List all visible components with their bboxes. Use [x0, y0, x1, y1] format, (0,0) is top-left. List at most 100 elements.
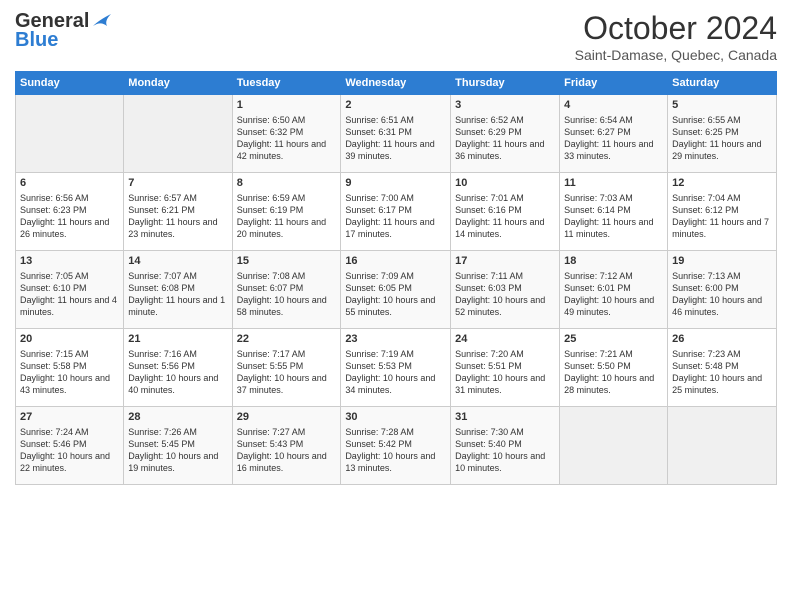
day-info: Sunrise: 7:27 AM Sunset: 5:43 PM Dayligh…	[237, 426, 337, 475]
day-info: Sunrise: 6:50 AM Sunset: 6:32 PM Dayligh…	[237, 114, 337, 163]
calendar-cell: 19Sunrise: 7:13 AM Sunset: 6:00 PM Dayli…	[668, 251, 777, 329]
day-number: 9	[345, 176, 446, 191]
weekday-header-friday: Friday	[560, 72, 668, 95]
title-block: October 2024 Saint-Damase, Quebec, Canad…	[575, 10, 777, 63]
calendar-week-row: 27Sunrise: 7:24 AM Sunset: 5:46 PM Dayli…	[16, 407, 777, 485]
calendar-cell	[16, 95, 124, 173]
day-number: 30	[345, 410, 446, 425]
day-number: 26	[672, 332, 772, 347]
calendar-week-row: 1Sunrise: 6:50 AM Sunset: 6:32 PM Daylig…	[16, 95, 777, 173]
day-info: Sunrise: 7:20 AM Sunset: 5:51 PM Dayligh…	[455, 348, 555, 397]
calendar-cell	[668, 407, 777, 485]
calendar-cell: 9Sunrise: 7:00 AM Sunset: 6:17 PM Daylig…	[341, 173, 451, 251]
day-number: 18	[564, 254, 663, 269]
calendar-cell: 24Sunrise: 7:20 AM Sunset: 5:51 PM Dayli…	[451, 329, 560, 407]
day-number: 3	[455, 98, 555, 113]
day-info: Sunrise: 7:15 AM Sunset: 5:58 PM Dayligh…	[20, 348, 119, 397]
day-number: 11	[564, 176, 663, 191]
calendar-cell: 12Sunrise: 7:04 AM Sunset: 6:12 PM Dayli…	[668, 173, 777, 251]
calendar-cell: 17Sunrise: 7:11 AM Sunset: 6:03 PM Dayli…	[451, 251, 560, 329]
day-info: Sunrise: 7:00 AM Sunset: 6:17 PM Dayligh…	[345, 192, 446, 241]
day-info: Sunrise: 7:28 AM Sunset: 5:42 PM Dayligh…	[345, 426, 446, 475]
logo: General Blue	[15, 10, 113, 52]
calendar-cell: 23Sunrise: 7:19 AM Sunset: 5:53 PM Dayli…	[341, 329, 451, 407]
calendar-cell: 29Sunrise: 7:27 AM Sunset: 5:43 PM Dayli…	[232, 407, 341, 485]
day-number: 25	[564, 332, 663, 347]
calendar-table: SundayMondayTuesdayWednesdayThursdayFrid…	[15, 71, 777, 485]
calendar-cell: 21Sunrise: 7:16 AM Sunset: 5:56 PM Dayli…	[124, 329, 232, 407]
page-header: General Blue October 2024 Saint-Damase, …	[15, 10, 777, 63]
weekday-header-monday: Monday	[124, 72, 232, 95]
day-number: 20	[20, 332, 119, 347]
day-number: 28	[128, 410, 227, 425]
day-info: Sunrise: 7:07 AM Sunset: 6:08 PM Dayligh…	[128, 270, 227, 319]
day-info: Sunrise: 7:04 AM Sunset: 6:12 PM Dayligh…	[672, 192, 772, 241]
day-info: Sunrise: 7:08 AM Sunset: 6:07 PM Dayligh…	[237, 270, 337, 319]
calendar-cell: 31Sunrise: 7:30 AM Sunset: 5:40 PM Dayli…	[451, 407, 560, 485]
day-number: 29	[237, 410, 337, 425]
calendar-cell: 10Sunrise: 7:01 AM Sunset: 6:16 PM Dayli…	[451, 173, 560, 251]
weekday-header-sunday: Sunday	[16, 72, 124, 95]
calendar-cell	[560, 407, 668, 485]
day-number: 13	[20, 254, 119, 269]
day-number: 27	[20, 410, 119, 425]
day-info: Sunrise: 7:09 AM Sunset: 6:05 PM Dayligh…	[345, 270, 446, 319]
calendar-cell: 25Sunrise: 7:21 AM Sunset: 5:50 PM Dayli…	[560, 329, 668, 407]
day-number: 23	[345, 332, 446, 347]
day-info: Sunrise: 7:26 AM Sunset: 5:45 PM Dayligh…	[128, 426, 227, 475]
day-info: Sunrise: 6:59 AM Sunset: 6:19 PM Dayligh…	[237, 192, 337, 241]
calendar-cell: 6Sunrise: 6:56 AM Sunset: 6:23 PM Daylig…	[16, 173, 124, 251]
day-number: 17	[455, 254, 555, 269]
day-number: 16	[345, 254, 446, 269]
location: Saint-Damase, Quebec, Canada	[575, 47, 777, 63]
day-info: Sunrise: 7:17 AM Sunset: 5:55 PM Dayligh…	[237, 348, 337, 397]
calendar-cell: 30Sunrise: 7:28 AM Sunset: 5:42 PM Dayli…	[341, 407, 451, 485]
day-number: 4	[564, 98, 663, 113]
day-number: 8	[237, 176, 337, 191]
day-info: Sunrise: 7:23 AM Sunset: 5:48 PM Dayligh…	[672, 348, 772, 397]
calendar-cell: 8Sunrise: 6:59 AM Sunset: 6:19 PM Daylig…	[232, 173, 341, 251]
weekday-header-thursday: Thursday	[451, 72, 560, 95]
day-number: 10	[455, 176, 555, 191]
day-info: Sunrise: 6:52 AM Sunset: 6:29 PM Dayligh…	[455, 114, 555, 163]
day-number: 31	[455, 410, 555, 425]
month-title: October 2024	[575, 10, 777, 47]
calendar-cell: 7Sunrise: 6:57 AM Sunset: 6:21 PM Daylig…	[124, 173, 232, 251]
day-info: Sunrise: 7:24 AM Sunset: 5:46 PM Dayligh…	[20, 426, 119, 475]
calendar-cell: 11Sunrise: 7:03 AM Sunset: 6:14 PM Dayli…	[560, 173, 668, 251]
calendar-cell: 20Sunrise: 7:15 AM Sunset: 5:58 PM Dayli…	[16, 329, 124, 407]
day-number: 22	[237, 332, 337, 347]
calendar-cell: 26Sunrise: 7:23 AM Sunset: 5:48 PM Dayli…	[668, 329, 777, 407]
calendar-cell: 4Sunrise: 6:54 AM Sunset: 6:27 PM Daylig…	[560, 95, 668, 173]
day-number: 24	[455, 332, 555, 347]
day-info: Sunrise: 6:55 AM Sunset: 6:25 PM Dayligh…	[672, 114, 772, 163]
day-number: 6	[20, 176, 119, 191]
calendar-cell: 1Sunrise: 6:50 AM Sunset: 6:32 PM Daylig…	[232, 95, 341, 173]
day-number: 2	[345, 98, 446, 113]
day-number: 21	[128, 332, 227, 347]
calendar-cell: 27Sunrise: 7:24 AM Sunset: 5:46 PM Dayli…	[16, 407, 124, 485]
day-info: Sunrise: 7:19 AM Sunset: 5:53 PM Dayligh…	[345, 348, 446, 397]
day-info: Sunrise: 7:11 AM Sunset: 6:03 PM Dayligh…	[455, 270, 555, 319]
calendar-week-row: 20Sunrise: 7:15 AM Sunset: 5:58 PM Dayli…	[16, 329, 777, 407]
day-info: Sunrise: 6:56 AM Sunset: 6:23 PM Dayligh…	[20, 192, 119, 241]
day-info: Sunrise: 7:21 AM Sunset: 5:50 PM Dayligh…	[564, 348, 663, 397]
day-info: Sunrise: 7:12 AM Sunset: 6:01 PM Dayligh…	[564, 270, 663, 319]
day-number: 7	[128, 176, 227, 191]
calendar-cell: 14Sunrise: 7:07 AM Sunset: 6:08 PM Dayli…	[124, 251, 232, 329]
calendar-cell: 16Sunrise: 7:09 AM Sunset: 6:05 PM Dayli…	[341, 251, 451, 329]
day-info: Sunrise: 6:54 AM Sunset: 6:27 PM Dayligh…	[564, 114, 663, 163]
day-info: Sunrise: 7:13 AM Sunset: 6:00 PM Dayligh…	[672, 270, 772, 319]
day-info: Sunrise: 7:16 AM Sunset: 5:56 PM Dayligh…	[128, 348, 227, 397]
day-number: 5	[672, 98, 772, 113]
day-info: Sunrise: 6:57 AM Sunset: 6:21 PM Dayligh…	[128, 192, 227, 241]
calendar-cell: 18Sunrise: 7:12 AM Sunset: 6:01 PM Dayli…	[560, 251, 668, 329]
weekday-header-wednesday: Wednesday	[341, 72, 451, 95]
day-info: Sunrise: 7:05 AM Sunset: 6:10 PM Dayligh…	[20, 270, 119, 319]
calendar-cell: 2Sunrise: 6:51 AM Sunset: 6:31 PM Daylig…	[341, 95, 451, 173]
calendar-cell: 22Sunrise: 7:17 AM Sunset: 5:55 PM Dayli…	[232, 329, 341, 407]
day-number: 12	[672, 176, 772, 191]
calendar-week-row: 6Sunrise: 6:56 AM Sunset: 6:23 PM Daylig…	[16, 173, 777, 251]
day-number: 14	[128, 254, 227, 269]
day-info: Sunrise: 7:30 AM Sunset: 5:40 PM Dayligh…	[455, 426, 555, 475]
